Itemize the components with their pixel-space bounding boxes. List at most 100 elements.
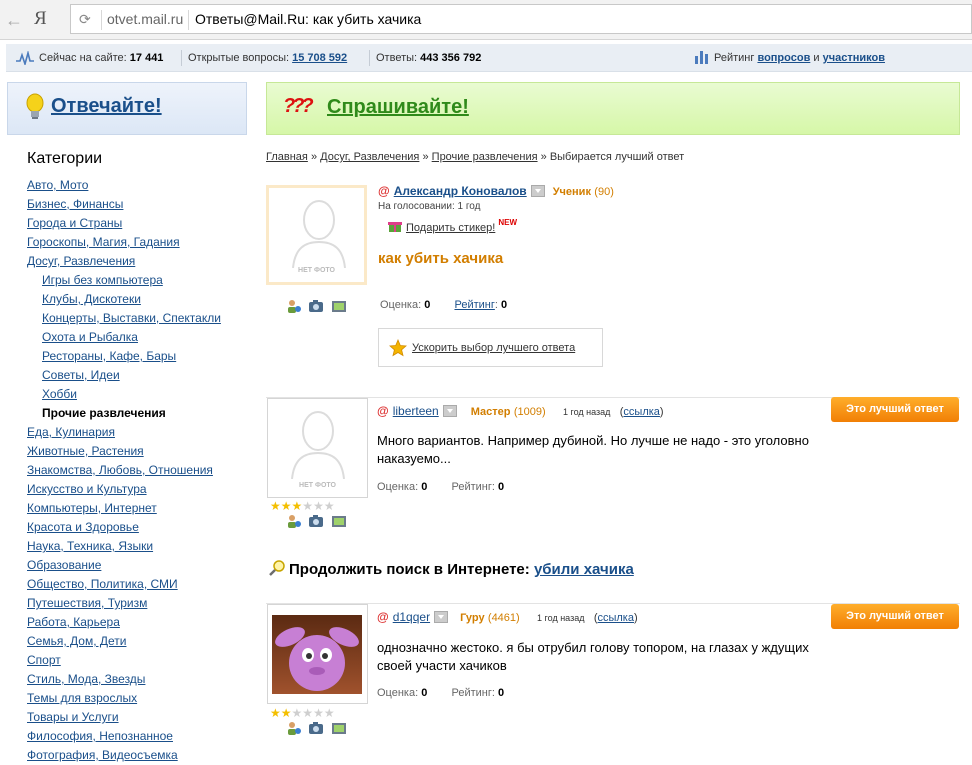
category-link[interactable]: Красота и Здоровье xyxy=(27,520,139,534)
best-answer-button[interactable]: Это лучший ответ xyxy=(831,397,959,422)
category-link[interactable]: Знакомства, Любовь, Отношения xyxy=(27,463,213,477)
profile-icon[interactable] xyxy=(286,720,302,736)
rating-participants-link[interactable]: участников xyxy=(823,52,885,64)
category-item: Темы для взрослых xyxy=(27,689,257,708)
rating-link[interactable]: Рейтинг xyxy=(454,299,494,311)
gift-sticker: Подарить стикер! NEW xyxy=(388,218,517,234)
author-dropdown-icon[interactable] xyxy=(530,185,545,197)
camera-icon[interactable] xyxy=(308,298,324,314)
category-link[interactable]: Животные, Растения xyxy=(27,444,144,458)
subcategory-link[interactable]: Клубы, Дискотеки xyxy=(42,292,141,306)
subcategory-link[interactable]: Охота и Рыбалка xyxy=(42,330,138,344)
stats-separator xyxy=(369,50,370,66)
subcategory-link[interactable]: Игры без компьютера xyxy=(42,273,163,287)
profile-icon[interactable] xyxy=(286,513,302,529)
star-empty-icon: ★ xyxy=(313,706,324,720)
answer-author-stars: ★★★★★★ xyxy=(270,500,335,512)
category-link[interactable]: Путешествия, Туризм xyxy=(27,596,147,610)
category-item: Компьютеры, Интернет xyxy=(27,499,257,518)
breadcrumb-home[interactable]: Главная xyxy=(266,151,308,163)
video-icon[interactable] xyxy=(331,513,347,529)
subcategory-link-active[interactable]: Прочие развлечения xyxy=(42,406,166,420)
online-label: Сейчас на сайте: xyxy=(39,52,127,64)
no-photo-silhouette-icon xyxy=(291,411,345,479)
browser-toolbar: ← Я ⟳ otvet.mail.ru Ответы@Mail.Ru: как … xyxy=(0,0,972,40)
answer-link[interactable]: ссылка xyxy=(623,406,660,418)
answer-author-points: (1009) xyxy=(513,406,546,418)
camera-icon[interactable] xyxy=(308,513,324,529)
subcategory-item: Хобби xyxy=(27,385,257,404)
category-item: Наука, Техника, Языки xyxy=(27,537,257,556)
category-link[interactable]: Образование xyxy=(27,558,101,572)
address-host[interactable]: otvet.mail.ru xyxy=(107,11,183,27)
gift-sticker-link[interactable]: Подарить стикер! xyxy=(406,222,495,234)
answer-author-link[interactable]: d1qqer xyxy=(393,610,430,624)
category-link[interactable]: Философия, Непознанное xyxy=(27,729,173,743)
category-link[interactable]: Товары и Услуги xyxy=(27,710,119,724)
category-item: Красота и Здоровье xyxy=(27,518,257,537)
subcategory-link[interactable]: Концерты, Выставки, Спектакли xyxy=(42,311,221,325)
lightbulb-icon xyxy=(26,93,44,119)
continue-search-link[interactable]: убили хачика xyxy=(534,561,634,578)
address-separator xyxy=(101,10,102,30)
category-link[interactable]: Досуг, Развлечения xyxy=(27,254,135,268)
category-link[interactable]: Авто, Мото xyxy=(27,178,88,192)
category-link[interactable]: Темы для взрослых xyxy=(27,691,137,705)
category-link[interactable]: Спорт xyxy=(27,653,61,667)
category-link[interactable]: Искусство и Культура xyxy=(27,482,147,496)
rating-questions-link[interactable]: вопросов xyxy=(757,52,810,64)
open-questions-stat: Открытые вопросы: 15 708 592 xyxy=(188,52,347,64)
question-author-photo[interactable]: НЕТ ФОТО xyxy=(266,185,367,285)
answer-author-link[interactable]: liberteen xyxy=(393,404,439,418)
stats-separator xyxy=(181,50,182,66)
category-link[interactable]: Еда, Кулинария xyxy=(27,425,115,439)
breadcrumb-subsection[interactable]: Прочие развлечения xyxy=(432,151,538,163)
subcategory-link[interactable]: Рестораны, Кафе, Бары xyxy=(42,349,176,363)
answer-banner-link[interactable]: Отвечайте! xyxy=(51,95,162,118)
category-link[interactable]: Компьютеры, Интернет xyxy=(27,501,157,515)
back-arrow-icon[interactable]: ← xyxy=(4,10,24,30)
score-value: 0 xyxy=(421,687,428,699)
address-bar[interactable]: ⟳ otvet.mail.ru Ответы@Mail.Ru: как убит… xyxy=(70,4,972,34)
video-icon[interactable] xyxy=(331,298,347,314)
site-stats-bar: Сейчас на сайте: 17 441 Открытые вопросы… xyxy=(6,44,972,72)
answer-link[interactable]: ссылка xyxy=(597,612,634,624)
category-link[interactable]: Фотография, Видеосъемка xyxy=(27,748,178,762)
video-icon[interactable] xyxy=(331,720,347,736)
profile-icon[interactable] xyxy=(286,298,302,314)
subcategory-item-active: Прочие развлечения xyxy=(27,404,257,423)
star-filled-icon: ★ xyxy=(270,499,281,513)
address-title[interactable]: Ответы@Mail.Ru: как убить хачика xyxy=(195,11,421,27)
category-link[interactable]: Города и Страны xyxy=(27,216,122,230)
best-answer-button[interactable]: Это лучший ответ xyxy=(831,604,959,629)
question-author-link[interactable]: Александр Коновалов xyxy=(394,184,527,198)
category-item: Работа, Карьера xyxy=(27,613,257,632)
avatar-image xyxy=(272,615,362,694)
category-link[interactable]: Наука, Техника, Языки xyxy=(27,539,153,553)
subcategory-item: Игры без компьютера xyxy=(27,271,257,290)
category-link[interactable]: Общество, Политика, СМИ xyxy=(27,577,178,591)
author-dropdown-icon[interactable] xyxy=(434,611,449,623)
reload-icon[interactable]: ⟳ xyxy=(79,11,95,27)
author-dropdown-icon[interactable] xyxy=(442,405,457,417)
breadcrumb-section[interactable]: Досуг, Развлечения xyxy=(320,151,419,163)
category-link[interactable]: Бизнес, Финансы xyxy=(27,197,123,211)
answer-author-photo[interactable] xyxy=(267,604,368,704)
yandex-logo[interactable]: Я xyxy=(34,8,47,30)
speed-up-best-answer-link[interactable]: Ускорить выбор лучшего ответа xyxy=(412,342,575,354)
answer-score: Оценка: 0 Рейтинг: 0 xyxy=(377,687,504,699)
category-link[interactable]: Гороскопы, Магия, Гадания xyxy=(27,235,180,249)
answer-author-photo[interactable]: НЕТ ФОТО xyxy=(267,398,368,498)
camera-icon[interactable] xyxy=(308,720,324,736)
subcategory-link[interactable]: Хобби xyxy=(42,387,77,401)
score-value: 0 xyxy=(424,299,431,311)
category-link[interactable]: Стиль, Мода, Звезды xyxy=(27,672,145,686)
ask-banner-link[interactable]: Спрашивайте! xyxy=(327,96,469,119)
subcategory-item: Советы, Идеи xyxy=(27,366,257,385)
answer-author-line: @ d1qqer Гуру (4461) 1 год назад (ссылка) xyxy=(377,610,638,624)
star-filled-icon: ★ xyxy=(270,706,281,720)
category-link[interactable]: Семья, Дом, Дети xyxy=(27,634,126,648)
category-link[interactable]: Работа, Карьера xyxy=(27,615,120,629)
open-questions-link[interactable]: 15 708 592 xyxy=(292,52,347,64)
subcategory-link[interactable]: Советы, Идеи xyxy=(42,368,120,382)
